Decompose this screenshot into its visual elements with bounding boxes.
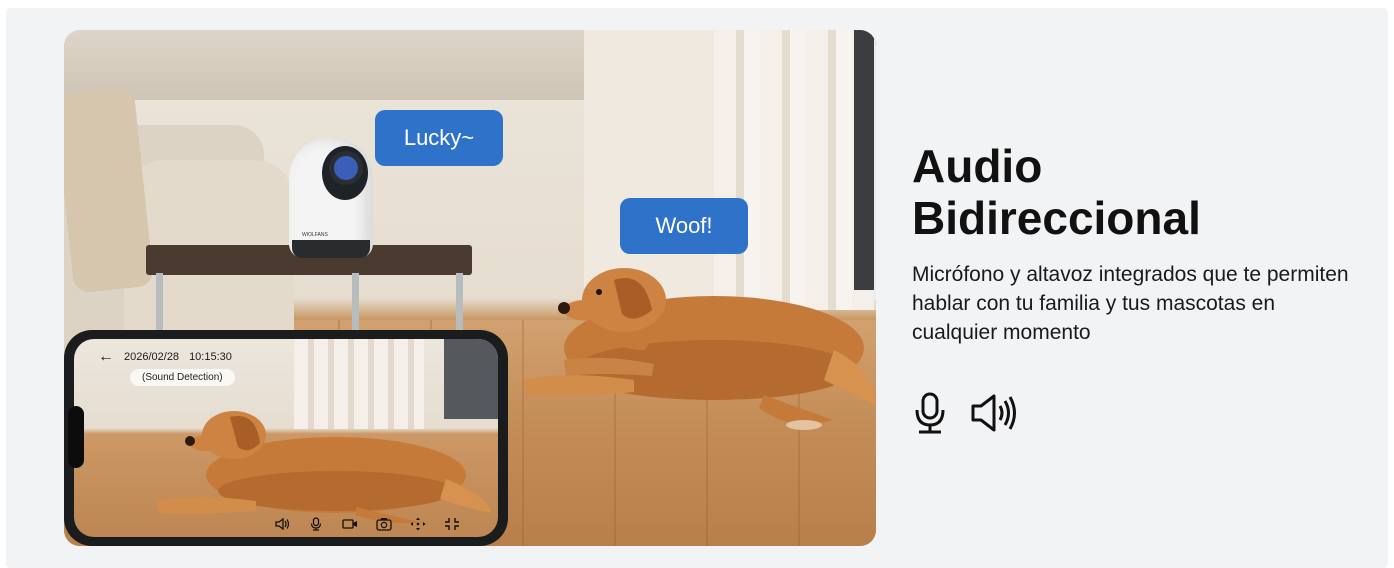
phone-frame: ← 2026/02/28 10:15:30 (Sound Detection) xyxy=(64,330,508,546)
wall-shelf xyxy=(64,30,584,100)
pillow xyxy=(64,86,155,294)
recording-time: 10:15:30 xyxy=(189,351,232,363)
back-arrow-icon[interactable]: ← xyxy=(98,349,114,365)
phone-status-bar: ← 2026/02/28 10:15:30 xyxy=(98,349,232,365)
sound-detection-badge: (Sound Detection) xyxy=(130,369,235,386)
camera-base xyxy=(292,240,370,258)
speaker-icon xyxy=(970,392,1020,439)
snapshot-icon[interactable] xyxy=(376,517,392,531)
pan-tilt-icon[interactable] xyxy=(410,517,426,531)
feature-icons xyxy=(912,392,1020,439)
speech-bubble-lucky: Lucky~ xyxy=(375,110,503,166)
microphone-icon[interactable] xyxy=(308,517,324,531)
hero-image: WIOLFANS Lucky~ Woof! ← 2026/02/28 10:15… xyxy=(64,30,876,546)
camera-eye xyxy=(334,156,358,180)
phone-camera-notch xyxy=(68,406,84,468)
record-video-icon[interactable] xyxy=(342,517,358,531)
speaker-icon[interactable] xyxy=(274,517,290,531)
phone-screen: ← 2026/02/28 10:15:30 (Sound Detection) xyxy=(74,339,498,537)
title-line-1: Audio xyxy=(912,140,1043,192)
fullscreen-icon[interactable] xyxy=(444,517,460,531)
recording-date: 2026/02/28 xyxy=(124,351,180,363)
phone-controls xyxy=(274,517,460,531)
title-line-2: Bidireccional xyxy=(912,192,1201,244)
golden-retriever xyxy=(524,268,876,430)
feature-title: Audio Bidireccional xyxy=(912,140,1312,244)
phone-dog xyxy=(156,411,492,523)
microphone-icon xyxy=(912,392,948,439)
feature-description: Micrófono y altavoz integrados que te pe… xyxy=(912,263,1349,344)
camera-brand: WIOLFANS xyxy=(302,232,328,238)
